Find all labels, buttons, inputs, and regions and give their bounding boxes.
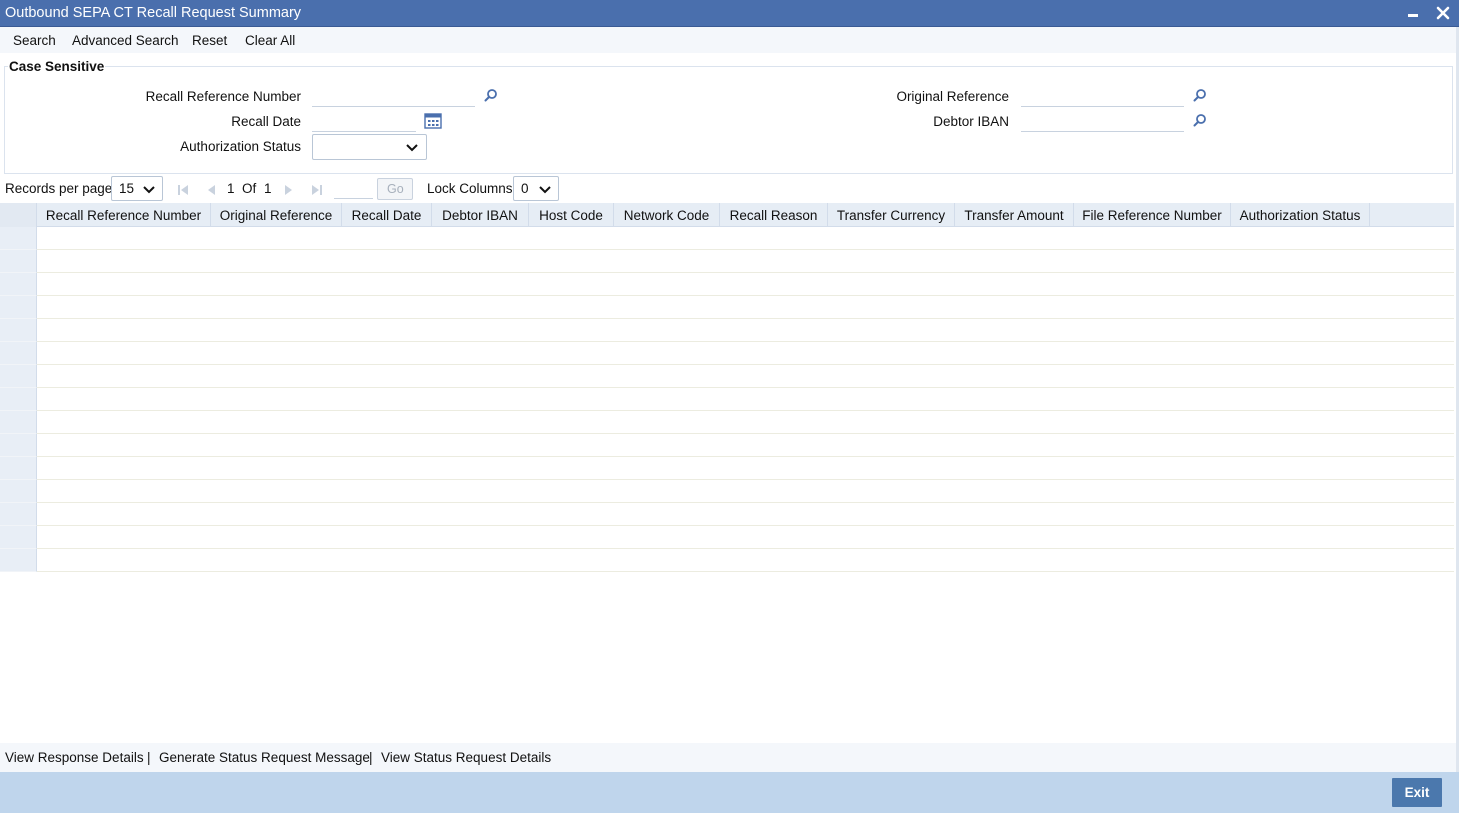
- authorization-status-label: Authorization Status: [180, 139, 301, 154]
- row-header[interactable]: [0, 250, 37, 273]
- lock-columns-select[interactable]: 0: [513, 176, 559, 201]
- table-row[interactable]: [37, 273, 1454, 296]
- table-row[interactable]: [37, 319, 1454, 342]
- table-row[interactable]: [37, 549, 1454, 572]
- search-icon[interactable]: [1192, 113, 1208, 129]
- row-header[interactable]: [0, 388, 37, 411]
- clear-all-button[interactable]: Clear All: [245, 33, 295, 48]
- recall-reference-number-label: Recall Reference Number: [145, 89, 301, 104]
- records-per-page-value: 15: [119, 181, 135, 196]
- column-header-original-reference[interactable]: Original Reference: [211, 203, 342, 227]
- row-header[interactable]: [0, 319, 37, 342]
- lock-columns-value: 0: [521, 181, 529, 196]
- last-page-icon[interactable]: [311, 184, 323, 196]
- lock-columns-label: Lock Columns: [427, 181, 513, 196]
- table-row[interactable]: [37, 388, 1454, 411]
- footer-actions: View Response Details | Generate Status …: [0, 743, 1456, 772]
- search-icon[interactable]: [1192, 88, 1208, 104]
- footer-bar: [0, 772, 1459, 813]
- go-button[interactable]: Go: [377, 178, 413, 200]
- recall-reference-number-input[interactable]: [312, 85, 475, 107]
- case-sensitive-legend: Case Sensitive: [8, 59, 106, 74]
- chevron-down-icon: [538, 183, 552, 194]
- search-icon[interactable]: [483, 88, 499, 104]
- table-row[interactable]: [37, 503, 1454, 526]
- first-page-icon[interactable]: [177, 184, 189, 196]
- total-pages: 1: [264, 181, 272, 196]
- authorization-status-select[interactable]: [312, 134, 427, 160]
- table-row[interactable]: [37, 342, 1454, 365]
- table-row[interactable]: [37, 411, 1454, 434]
- chevron-down-icon: [405, 141, 419, 152]
- row-header[interactable]: [0, 273, 37, 296]
- calendar-icon[interactable]: [424, 112, 442, 129]
- row-header[interactable]: [0, 526, 37, 549]
- table-row[interactable]: [37, 480, 1454, 503]
- original-reference-label: Original Reference: [896, 89, 1009, 104]
- row-header[interactable]: [0, 227, 37, 250]
- view-status-request-details-link[interactable]: View Status Request Details: [381, 750, 551, 765]
- table-row[interactable]: [37, 250, 1454, 273]
- row-header[interactable]: [0, 296, 37, 319]
- row-header[interactable]: [0, 549, 37, 572]
- row-header[interactable]: [0, 457, 37, 480]
- of-label: Of: [242, 181, 257, 196]
- go-button-label: Go: [387, 182, 404, 196]
- row-header[interactable]: [0, 480, 37, 503]
- recall-date-label: Recall Date: [231, 114, 301, 129]
- column-header-recall-reference-number[interactable]: Recall Reference Number: [37, 203, 211, 227]
- records-per-page-select[interactable]: 15: [111, 176, 163, 201]
- next-page-icon[interactable]: [283, 184, 295, 196]
- grid-header: Recall Reference Number Original Referen…: [0, 203, 1454, 227]
- column-header-file-reference-number[interactable]: File Reference Number: [1074, 203, 1231, 227]
- row-header[interactable]: [0, 365, 37, 388]
- column-header-network-code[interactable]: Network Code: [614, 203, 720, 227]
- original-reference-input[interactable]: [1021, 85, 1184, 107]
- column-header-recall-date[interactable]: Recall Date: [342, 203, 432, 227]
- column-header-transfer-amount[interactable]: Transfer Amount: [955, 203, 1074, 227]
- column-header-transfer-currency[interactable]: Transfer Currency: [828, 203, 955, 227]
- records-per-page-label: Records per page: [5, 181, 113, 196]
- column-header-debtor-iban[interactable]: Debtor IBAN: [432, 203, 529, 227]
- grid-corner-cell[interactable]: [0, 203, 37, 227]
- debtor-iban-input[interactable]: [1021, 110, 1184, 132]
- chevron-down-icon: [142, 183, 156, 194]
- table-row[interactable]: [37, 365, 1454, 388]
- column-header-host-code[interactable]: Host Code: [529, 203, 614, 227]
- toolbar: Search Advanced Search Reset Clear All: [0, 27, 1456, 53]
- advanced-search-button[interactable]: Advanced Search: [72, 33, 179, 48]
- row-header[interactable]: [0, 503, 37, 526]
- view-response-details-link[interactable]: View Response Details: [5, 750, 144, 765]
- table-row[interactable]: [37, 434, 1454, 457]
- table-row[interactable]: [37, 457, 1454, 480]
- footer-separator: |: [147, 750, 151, 765]
- row-header[interactable]: [0, 342, 37, 365]
- recall-date-input[interactable]: [312, 110, 416, 132]
- results-grid: Recall Reference Number Original Referen…: [0, 203, 1454, 572]
- column-header-authorization-status[interactable]: Authorization Status: [1231, 203, 1370, 227]
- footer-separator: |: [369, 750, 373, 765]
- generate-status-request-message-link[interactable]: Generate Status Request Message: [159, 750, 370, 765]
- table-row[interactable]: [37, 526, 1454, 549]
- previous-page-icon[interactable]: [205, 184, 217, 196]
- window-titlebar: Outbound SEPA CT Recall Request Summary: [0, 0, 1459, 27]
- table-row[interactable]: [37, 227, 1454, 250]
- close-icon[interactable]: [1433, 3, 1453, 23]
- table-row[interactable]: [37, 296, 1454, 319]
- current-page: 1: [227, 181, 235, 196]
- search-button[interactable]: Search: [13, 33, 56, 48]
- row-header[interactable]: [0, 411, 37, 434]
- minimize-icon[interactable]: [1403, 3, 1423, 23]
- reset-button[interactable]: Reset: [192, 33, 227, 48]
- goto-page-input[interactable]: [334, 177, 373, 199]
- row-header[interactable]: [0, 434, 37, 457]
- column-header-recall-reason[interactable]: Recall Reason: [720, 203, 828, 227]
- window-title: Outbound SEPA CT Recall Request Summary: [5, 5, 302, 21]
- debtor-iban-label: Debtor IBAN: [933, 114, 1009, 129]
- exit-button[interactable]: Exit: [1392, 778, 1442, 807]
